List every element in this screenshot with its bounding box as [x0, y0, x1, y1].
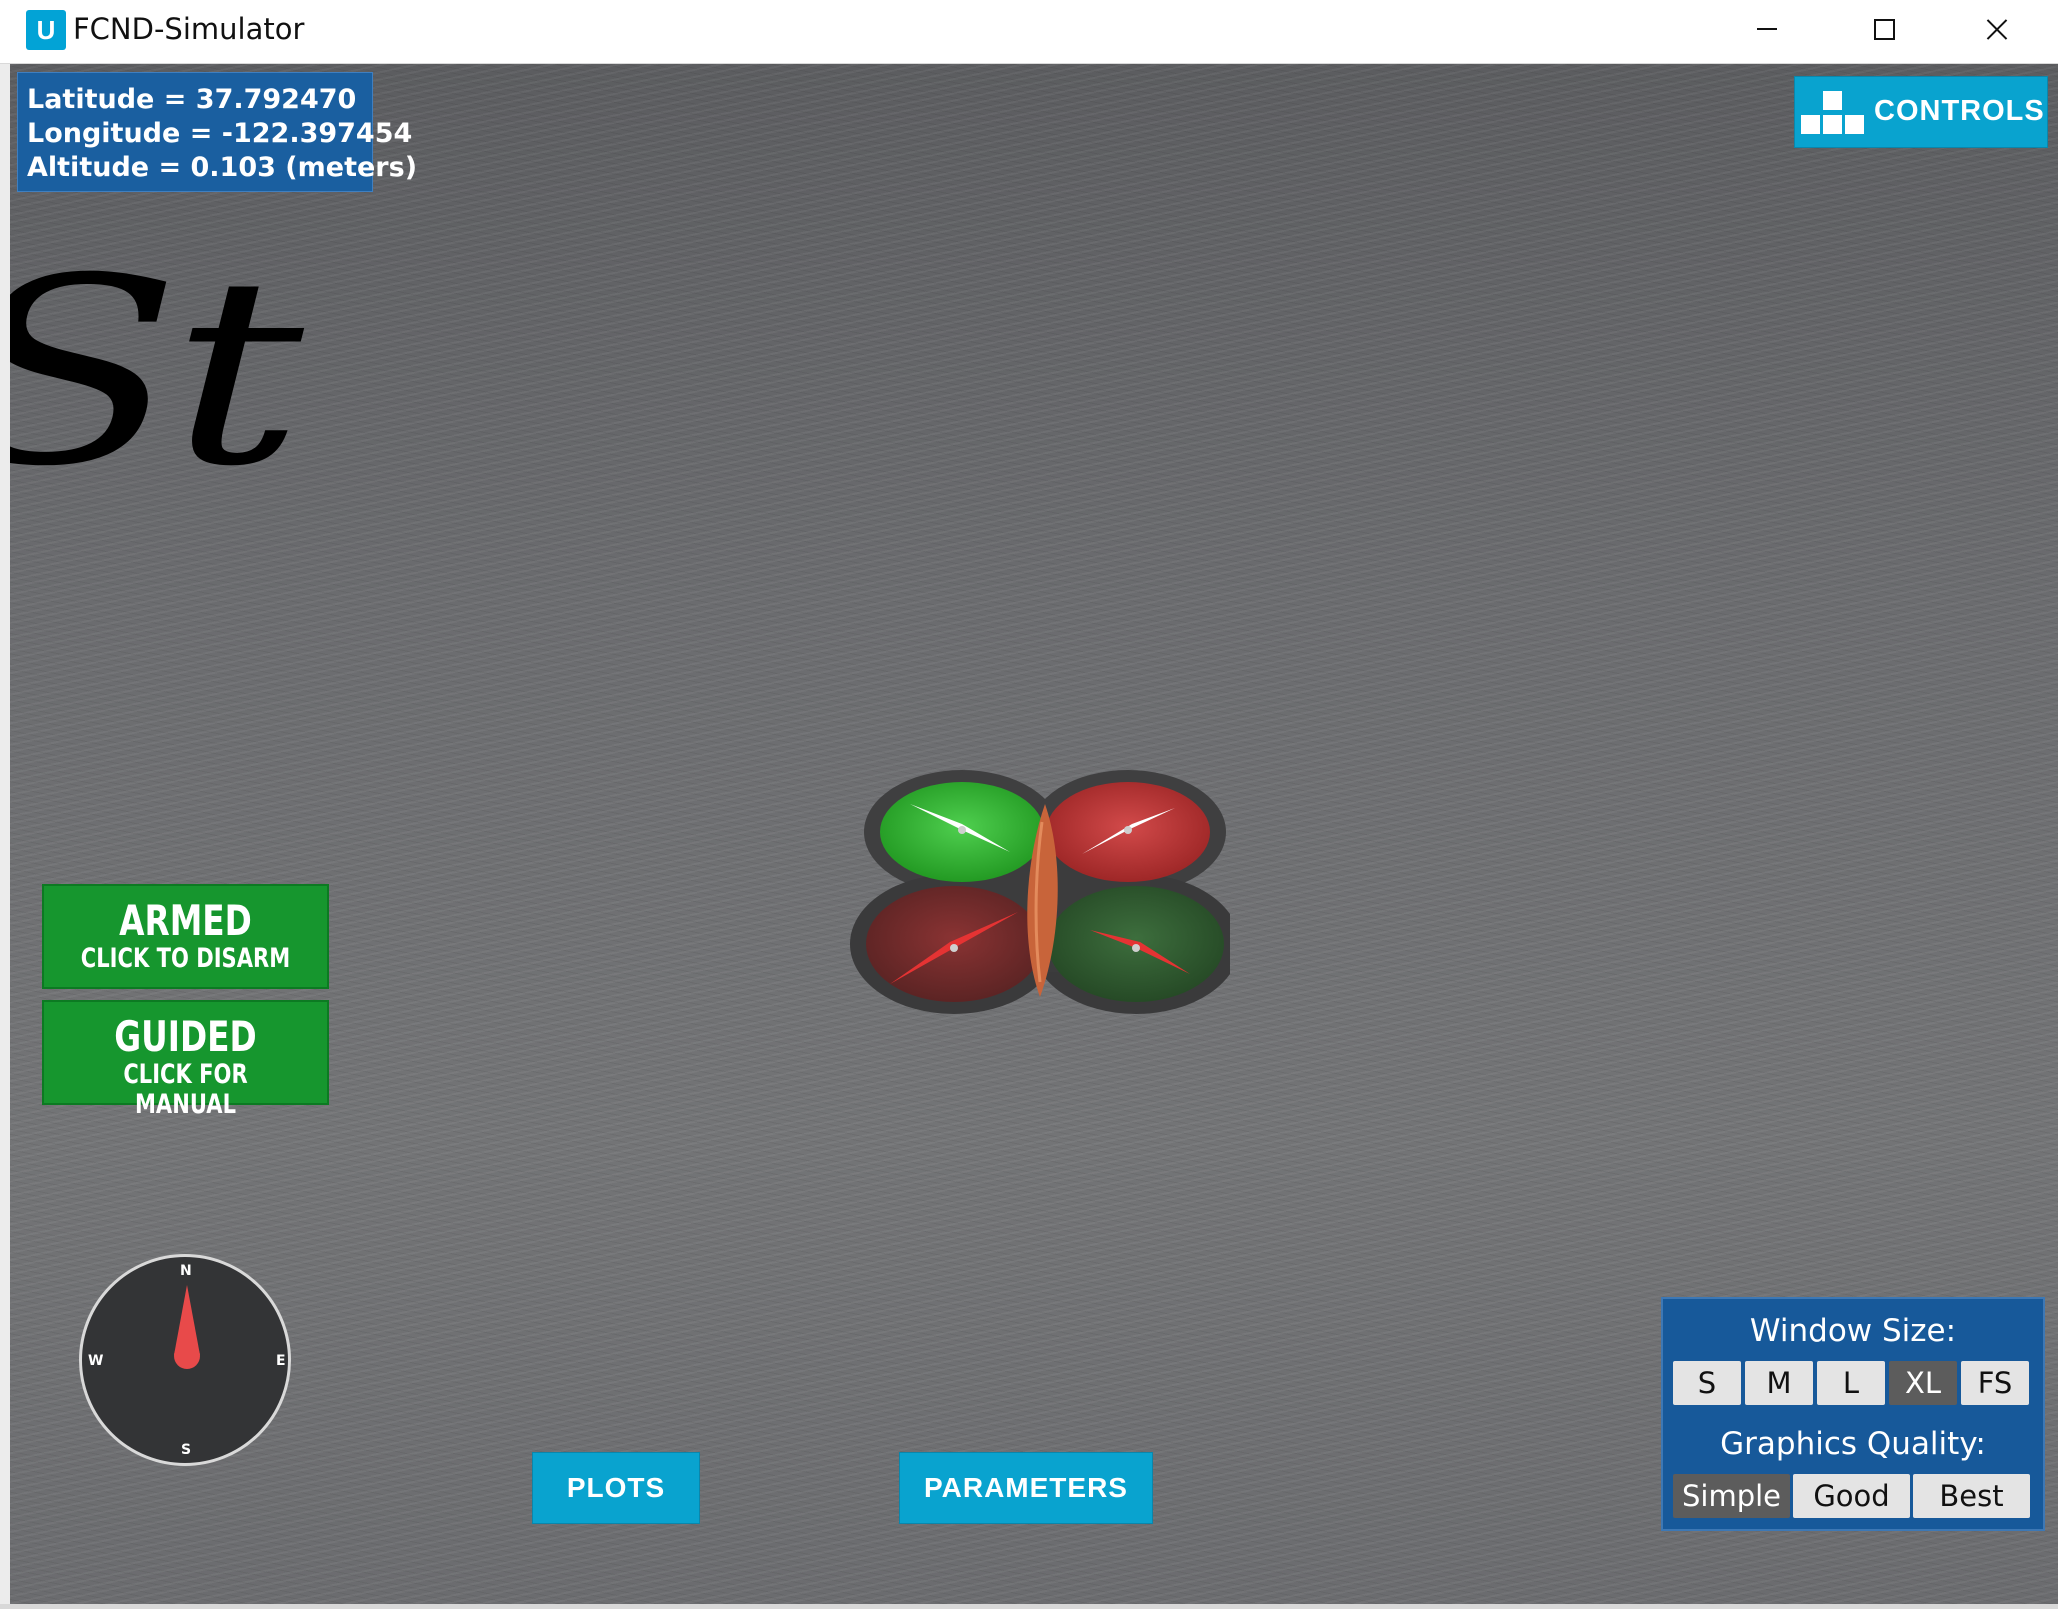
armed-subtitle: CLICK TO DISARM — [80, 943, 291, 974]
controls-label: CONTROLS — [1874, 95, 2045, 127]
guided-toggle-button[interactable]: GUIDED CLICK FOR MANUAL — [42, 1000, 329, 1120]
maximize-icon — [1874, 19, 1895, 40]
quadcopter-drone — [850, 770, 1230, 1014]
parameters-button[interactable]: PARAMETERS — [899, 1452, 1153, 1524]
window-size-fs-button[interactable]: FS — [1961, 1361, 2029, 1405]
display-settings-panel: Window Size: S M L XL FS Graphics Qualit… — [1661, 1297, 2045, 1531]
plots-button[interactable]: PLOTS — [532, 1452, 700, 1524]
quality-simple-button[interactable]: Simple — [1673, 1474, 1790, 1518]
window-size-heading: Window Size: — [1749, 1313, 1957, 1349]
window-left-edge — [0, 64, 10, 1609]
latitude-readout: Latitude = 37.792470 — [27, 84, 357, 115]
window-size-l-button[interactable]: L — [1817, 1361, 1885, 1405]
title-bar: U FCND-Simulator — [0, 0, 2058, 64]
window-size-xl-button[interactable]: XL — [1889, 1361, 1957, 1405]
quality-best-button[interactable]: Best — [1913, 1474, 2030, 1518]
graphics-quality-heading: Graphics Quality: — [1720, 1426, 1986, 1462]
ground-street-text: St — [10, 222, 304, 523]
controls-button[interactable]: CONTROLS — [1794, 76, 2048, 148]
guided-subtitle: CLICK FOR MANUAL — [123, 1059, 248, 1120]
compass-south-label: S — [181, 1442, 192, 1458]
close-button[interactable] — [1942, 0, 2052, 56]
armed-title: ARMED — [119, 896, 252, 945]
simulator-viewport[interactable]: St Latitude = 37.792470 Longitude = -122… — [10, 64, 2058, 1605]
compass-east-label: E — [276, 1353, 286, 1369]
compass-west-label: W — [88, 1353, 104, 1369]
app-logo-icon: U — [26, 10, 66, 50]
armed-toggle-button[interactable]: ARMED CLICK TO DISARM — [42, 884, 329, 989]
window-size-m-button[interactable]: M — [1745, 1361, 1813, 1405]
quality-good-button[interactable]: Good — [1793, 1474, 1910, 1518]
compass: N S W E — [79, 1254, 291, 1466]
window-bottom-edge — [0, 1604, 2058, 1609]
window-title: FCND-Simulator — [73, 12, 305, 46]
guided-title: GUIDED — [114, 1012, 257, 1061]
minimize-button[interactable] — [1712, 0, 1822, 56]
window-size-s-button[interactable]: S — [1673, 1361, 1741, 1405]
minimize-icon — [1757, 28, 1777, 30]
compass-north-label: N — [180, 1263, 192, 1279]
controls-blocks-icon — [1801, 91, 1865, 137]
gps-info-panel: Latitude = 37.792470 Longitude = -122.39… — [17, 72, 418, 192]
altitude-readout: Altitude = 0.103 (meters) — [27, 152, 418, 183]
maximize-button[interactable] — [1827, 0, 1937, 56]
longitude-readout: Longitude = -122.397454 — [27, 118, 413, 149]
